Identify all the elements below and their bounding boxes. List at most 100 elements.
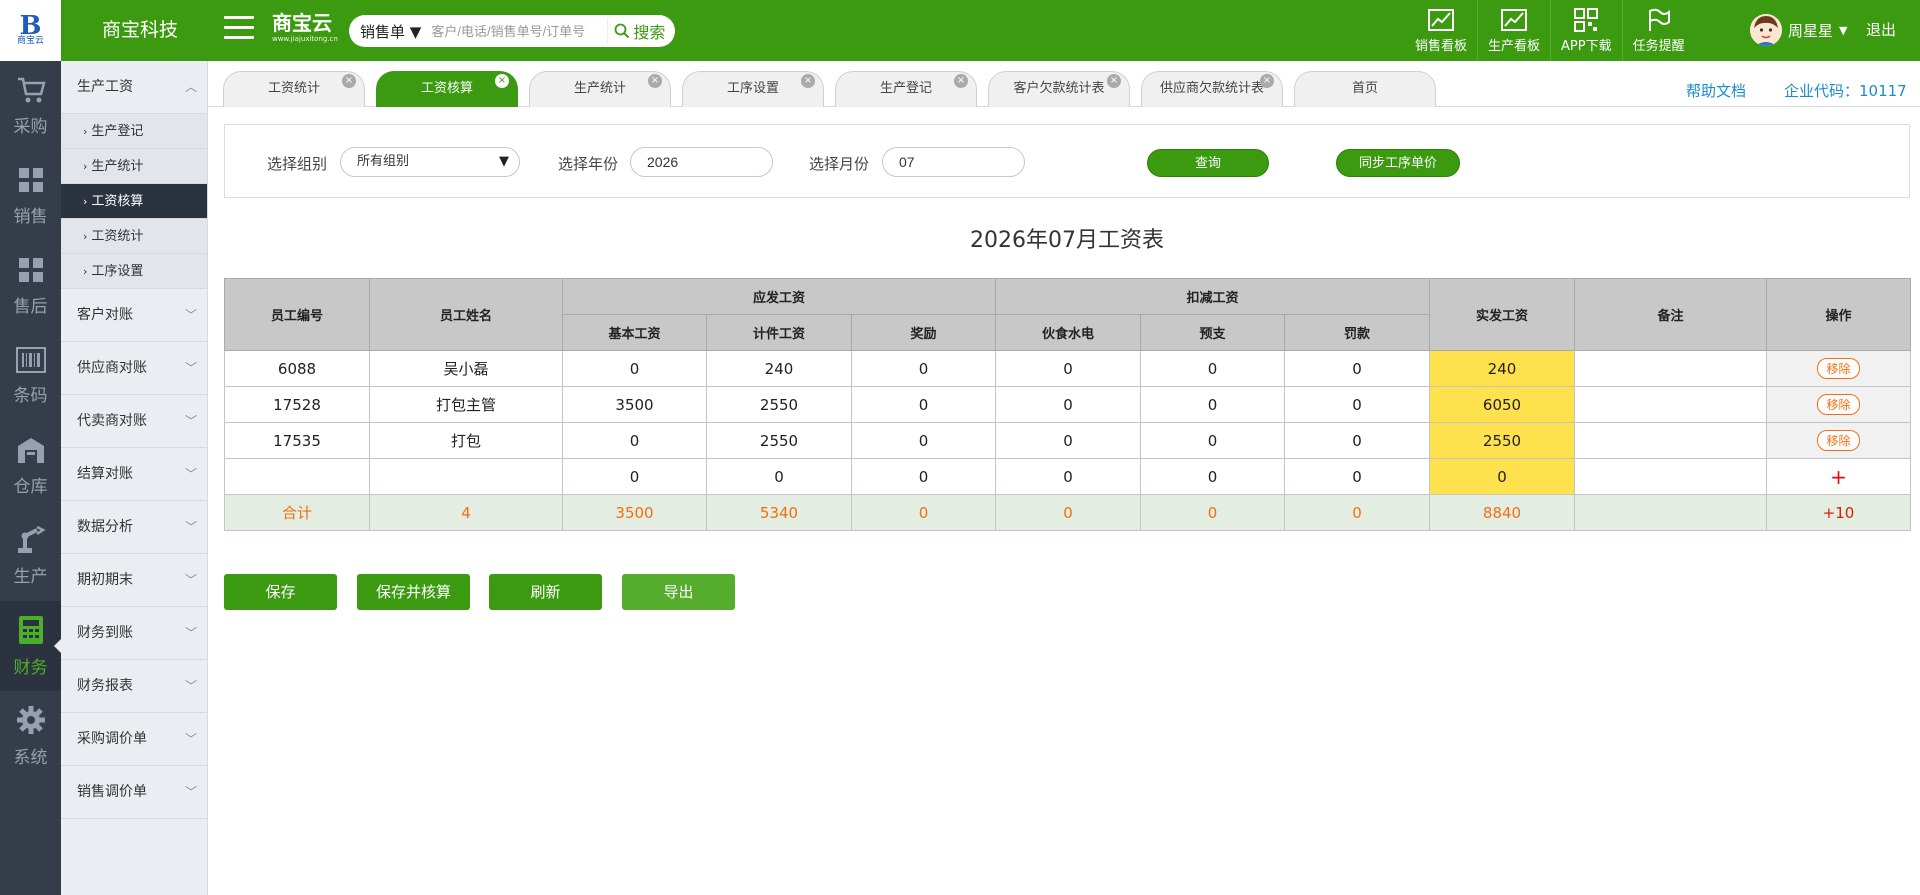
sub-menu-group[interactable]: 结算对账 ﹀ — [61, 448, 207, 501]
close-icon[interactable]: × — [801, 74, 815, 88]
sub-menu-item-production-stats[interactable]: › 生产统计 — [61, 149, 207, 184]
search-button[interactable]: 搜索 — [607, 18, 671, 44]
help-docs-link[interactable]: 帮助文档 — [1686, 80, 1746, 101]
sub-menu-item-production-register[interactable]: › 生产登记 — [61, 114, 207, 149]
add-row-button[interactable]: + — [1830, 465, 1847, 489]
close-icon[interactable]: × — [495, 74, 509, 88]
cell-basic[interactable]: 0 — [562, 422, 707, 459]
sub-menu-group[interactable]: 数据分析 ﹀ — [61, 501, 207, 554]
cell-piece[interactable]: 240 — [706, 350, 852, 387]
tab-process-settings[interactable]: 工序设置 × — [682, 71, 824, 107]
top-nav-task-reminder[interactable]: 任务提醒 — [1623, 0, 1695, 61]
logout-link[interactable]: 退出 — [1866, 19, 1896, 40]
cell-advance[interactable]: 0 — [1140, 350, 1285, 387]
cell-fine[interactable]: 0 — [1284, 458, 1430, 495]
cell-advance[interactable]: 0 — [1140, 422, 1285, 459]
top-nav-app-download[interactable]: APP下载 — [1551, 0, 1623, 61]
month-input[interactable] — [882, 147, 1025, 177]
year-input[interactable] — [630, 147, 773, 177]
sub-menu-group[interactable]: 代卖商对账 ﹀ — [61, 395, 207, 448]
cell-meals[interactable]: 0 — [995, 458, 1141, 495]
cell-emp-name[interactable]: 打包 — [369, 422, 563, 459]
close-icon[interactable]: × — [648, 74, 662, 88]
sub-menu-item-wage-stats[interactable]: › 工资统计 — [61, 219, 207, 254]
cell-emp-id[interactable] — [224, 458, 370, 495]
cell-emp-id[interactable]: 17535 — [224, 422, 370, 459]
sub-menu-item-wage-calc[interactable]: › 工资核算 — [61, 184, 207, 219]
cell-meals[interactable]: 0 — [995, 386, 1141, 423]
cell-emp-name[interactable] — [369, 458, 563, 495]
tab-wage-calc[interactable]: 工资核算 × — [376, 71, 518, 107]
side-nav-after-sales[interactable]: 售后 — [0, 241, 61, 331]
export-button[interactable]: 导出 — [622, 574, 735, 610]
sub-menu-group[interactable]: 财务到账 ﹀ — [61, 607, 207, 660]
tab-customer-debt[interactable]: 客户欠款统计表 × — [988, 71, 1130, 107]
remove-button[interactable]: 移除 — [1817, 358, 1860, 379]
cell-note[interactable] — [1574, 458, 1767, 495]
side-nav-finance[interactable]: 财务 — [0, 601, 61, 691]
remove-button[interactable]: 移除 — [1817, 394, 1860, 415]
tab-home[interactable]: 首页 — [1294, 71, 1436, 107]
close-icon[interactable]: × — [954, 74, 968, 88]
brand-logo[interactable]: B 商宝云 — [0, 0, 61, 61]
cell-piece[interactable]: 0 — [706, 458, 852, 495]
cell-note[interactable] — [1574, 422, 1767, 459]
refresh-button[interactable]: 刷新 — [489, 574, 602, 610]
search-input[interactable] — [431, 23, 600, 39]
cell-fine[interactable]: 0 — [1284, 350, 1430, 387]
cell-note[interactable] — [1574, 350, 1767, 387]
tab-production-register[interactable]: 生产登记 × — [835, 71, 977, 107]
cell-piece[interactable]: 2550 — [706, 422, 852, 459]
sync-process-price-button[interactable]: 同步工序单价 — [1336, 149, 1460, 177]
cell-advance[interactable]: 0 — [1140, 386, 1285, 423]
side-nav-barcode[interactable]: 条码 — [0, 331, 61, 421]
side-nav-warehouse[interactable]: 仓库 — [0, 421, 61, 511]
cell-bonus[interactable]: 0 — [851, 350, 996, 387]
sub-menu-group[interactable]: 采购调价单 ﹀ — [61, 713, 207, 766]
add-ten-rows-button[interactable]: +10 — [1766, 494, 1911, 531]
cell-fine[interactable]: 0 — [1284, 422, 1430, 459]
cell-meals[interactable]: 0 — [995, 350, 1141, 387]
cell-advance[interactable]: 0 — [1140, 458, 1285, 495]
cell-emp-id[interactable]: 6088 — [224, 350, 370, 387]
cell-fine[interactable]: 0 — [1284, 386, 1430, 423]
side-nav-sales[interactable]: 销售 — [0, 151, 61, 241]
sub-menu-group[interactable]: 客户对账 ﹀ — [61, 289, 207, 342]
sub-menu-group[interactable]: 销售调价单 ﹀ — [61, 766, 207, 819]
group-select[interactable]: 所有组别 ▼ — [340, 147, 520, 177]
cell-basic[interactable]: 3500 — [562, 386, 707, 423]
cell-bonus[interactable]: 0 — [851, 386, 996, 423]
sub-menu-group[interactable]: 供应商对账 ﹀ — [61, 342, 207, 395]
top-nav-production-dashboard[interactable]: 生产看板 — [1478, 0, 1552, 61]
save-and-calc-button[interactable]: 保存并核算 — [357, 574, 470, 610]
sub-menu-item-process-settings[interactable]: › 工序设置 — [61, 254, 207, 289]
close-icon[interactable]: × — [342, 74, 356, 88]
menu-toggle-icon[interactable] — [224, 16, 254, 44]
user-menu[interactable]: 周星星 ▼ — [1750, 14, 1847, 46]
search-type-select[interactable]: 销售单 ▼ — [349, 21, 431, 42]
save-button[interactable]: 保存 — [224, 574, 337, 610]
sub-menu-group[interactable]: 财务报表 ﹀ — [61, 660, 207, 713]
cell-bonus[interactable]: 0 — [851, 422, 996, 459]
side-nav-system[interactable]: 系统 — [0, 691, 61, 781]
cell-basic[interactable]: 0 — [562, 350, 707, 387]
cell-bonus[interactable]: 0 — [851, 458, 996, 495]
sub-menu-group-production-wage[interactable]: 生产工资 ︿ — [61, 61, 207, 114]
top-nav-sales-dashboard[interactable]: 销售看板 — [1405, 0, 1479, 61]
close-icon[interactable]: × — [1107, 74, 1121, 88]
remove-button[interactable]: 移除 — [1817, 430, 1860, 451]
side-nav-production[interactable]: 生产 — [0, 511, 61, 601]
tab-supplier-debt[interactable]: 供应商欠款统计表 × — [1141, 71, 1283, 107]
cell-note[interactable] — [1574, 386, 1767, 423]
cell-meals[interactable]: 0 — [995, 422, 1141, 459]
cell-basic[interactable]: 0 — [562, 458, 707, 495]
cell-emp-id[interactable]: 17528 — [224, 386, 370, 423]
cell-piece[interactable]: 2550 — [706, 386, 852, 423]
tab-production-stats[interactable]: 生产统计 × — [529, 71, 671, 107]
side-nav-purchase[interactable]: 采购 — [0, 61, 61, 151]
tab-wage-stats[interactable]: 工资统计 × — [223, 71, 365, 107]
cell-emp-name[interactable]: 吴小磊 — [369, 350, 563, 387]
close-icon[interactable]: × — [1260, 74, 1274, 88]
query-button[interactable]: 查询 — [1147, 149, 1269, 177]
sub-menu-group[interactable]: 期初期末 ﹀ — [61, 554, 207, 607]
